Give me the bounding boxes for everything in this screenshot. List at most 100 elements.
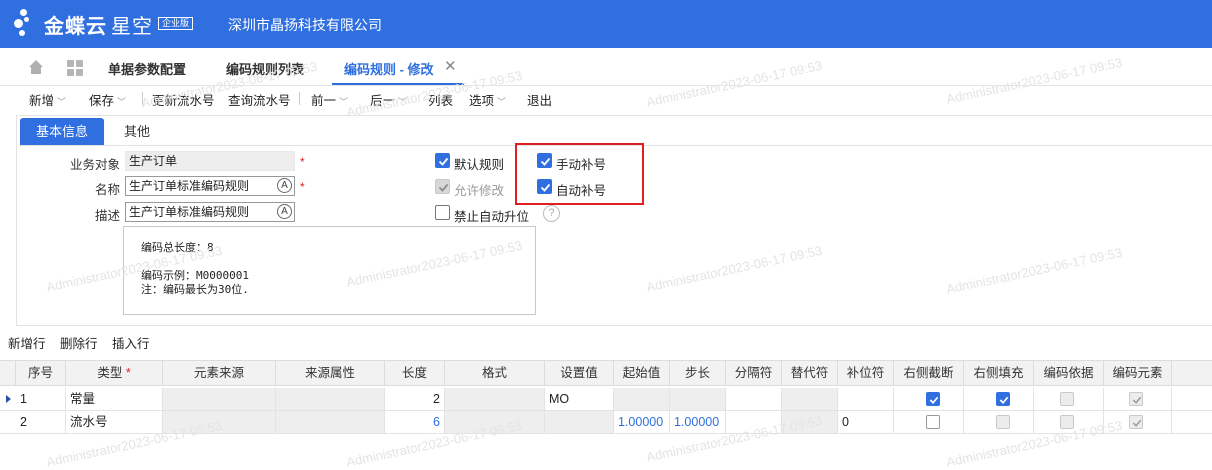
grid-header: 序号 类型 * 元素来源 来源属性 长度 格式 设置值 起始值 步长 分隔符 替… <box>0 360 1212 386</box>
column-header[interactable]: 序号 <box>16 361 66 385</box>
cell-type[interactable]: 流水号 <box>66 411 163 433</box>
cell-value[interactable]: MO <box>545 388 614 410</box>
column-header[interactable]: 右侧截断 <box>894 361 964 385</box>
next-button[interactable]: 后一 ﹀ <box>370 90 407 109</box>
multilanguage-icon[interactable]: A <box>277 178 292 193</box>
cell-code-element <box>1104 411 1172 433</box>
cell-source-property <box>276 411 385 433</box>
cell-seq[interactable]: 1 <box>16 388 66 410</box>
total-length-text: 编码总长度：8 <box>141 241 214 254</box>
column-header[interactable]: 来源属性 <box>276 361 385 385</box>
tab-code-rule-edit[interactable]: 编码规则 - 修改 <box>344 59 434 78</box>
name-label: 名称 <box>94 183 120 197</box>
cell-format <box>445 388 545 410</box>
description-field[interactable]: 生产订单标准编码规则 <box>125 202 295 222</box>
cell-code-element <box>1104 388 1172 410</box>
column-header[interactable]: 类型 * <box>66 361 163 385</box>
update-serial-button[interactable]: 更新流水号 <box>152 90 215 109</box>
toolbar-divider <box>142 92 143 105</box>
disable-auto-increment-checkbox[interactable] <box>435 205 450 220</box>
column-header[interactable]: 步长 <box>670 361 726 385</box>
business-object-field: 生产订单 <box>125 151 295 171</box>
column-header[interactable]: 分隔符 <box>726 361 782 385</box>
prev-button[interactable]: 前一 ﹀ <box>311 90 348 109</box>
chevron-down-icon: ﹀ <box>497 97 507 107</box>
column-header[interactable]: 长度 <box>385 361 445 385</box>
tab-basic-info[interactable]: 基本信息 <box>20 118 104 145</box>
add-row-button[interactable]: 新增行 <box>8 333 46 352</box>
cell-code-basis <box>1034 388 1104 410</box>
multilanguage-icon[interactable]: A <box>277 204 292 219</box>
right-trunc-checkbox[interactable] <box>926 392 940 406</box>
main-toolbar: 新增 ﹀ 保存 ﹀ 更新流水号 查询流水号 前一 ﹀ 后一 ﹀ 列表 选项 ﹀ 退出 <box>0 86 1212 110</box>
column-header[interactable]: 起始值 <box>614 361 670 385</box>
column-header[interactable]: 补位符 <box>838 361 894 385</box>
save-button[interactable]: 保存 ﹀ <box>89 90 126 109</box>
chevron-down-icon: ﹀ <box>57 97 67 107</box>
column-header[interactable]: 元素来源 <box>163 361 276 385</box>
app-grid-icon[interactable] <box>67 60 83 76</box>
top-bar: 金蝶云 星空 企业版 深圳市晶扬科技有限公司 <box>0 0 1212 48</box>
cell-value <box>545 411 614 433</box>
cell-right-fill <box>964 411 1034 433</box>
tab-code-rule-list[interactable]: 编码规则列表 <box>226 59 304 78</box>
default-rule-checkbox[interactable] <box>435 153 450 168</box>
code-element-checkbox <box>1129 392 1143 406</box>
tab-bill-param-config[interactable]: 单据参数配置 <box>108 59 186 78</box>
edition-badge: 企业版 <box>158 17 194 30</box>
tab-other[interactable]: 其他 <box>112 118 162 145</box>
chevron-down-icon: ﹀ <box>398 97 408 107</box>
home-icon[interactable] <box>28 59 44 75</box>
cell-start[interactable]: 1.00000 <box>614 411 670 433</box>
column-header[interactable]: 编码元素 <box>1104 361 1172 385</box>
chevron-down-icon: ﹀ <box>117 97 127 107</box>
column-header[interactable]: 右侧填充 <box>964 361 1034 385</box>
cell-pad-char[interactable] <box>838 388 894 410</box>
cell-right-trunc <box>894 388 964 410</box>
cell-step[interactable]: 1.00000 <box>670 411 726 433</box>
cell-right-fill <box>964 388 1034 410</box>
default-rule-label: 默认规则 <box>454 158 505 172</box>
cell-format <box>445 411 545 433</box>
exit-button[interactable]: 退出 <box>527 90 552 109</box>
table-row[interactable]: 2 流水号 6 1.00000 1.00000 0 <box>0 411 1212 434</box>
cell-substitute <box>782 388 838 410</box>
cell-right-trunc <box>894 411 964 433</box>
cell-separator[interactable] <box>726 388 782 410</box>
help-icon[interactable]: ? <box>543 205 560 222</box>
new-button[interactable]: 新增 ﹀ <box>29 90 66 109</box>
cell-start <box>614 388 670 410</box>
column-header[interactable]: 替代符 <box>782 361 838 385</box>
name-field[interactable]: 生产订单标准编码规则 <box>125 176 295 196</box>
column-header[interactable]: 设置值 <box>545 361 614 385</box>
allow-modify-checkbox <box>435 179 450 194</box>
code-basis-checkbox <box>1060 392 1074 406</box>
column-header[interactable]: 编码依据 <box>1034 361 1104 385</box>
cell-length[interactable]: 2 <box>385 388 445 410</box>
insert-row-button[interactable]: 插入行 <box>112 333 150 352</box>
cell-separator[interactable] <box>726 411 782 433</box>
right-fill-checkbox[interactable] <box>996 392 1010 406</box>
options-button[interactable]: 选项 ﹀ <box>469 90 506 109</box>
cell-type[interactable]: 常量 <box>66 388 163 410</box>
cell-pad-char[interactable]: 0 <box>838 411 894 433</box>
column-header[interactable]: 格式 <box>445 361 545 385</box>
cell-length[interactable]: 6 <box>385 411 445 433</box>
close-tab-icon[interactable]: ✕ <box>444 57 457 75</box>
highlight-box <box>515 143 644 205</box>
table-row[interactable]: 1 常量 2 MO <box>0 388 1212 411</box>
active-tab-indicator <box>332 83 464 85</box>
right-trunc-checkbox[interactable] <box>926 415 940 429</box>
right-fill-checkbox <box>996 415 1010 429</box>
cell-step <box>670 388 726 410</box>
required-mark: * <box>300 155 305 169</box>
query-serial-button[interactable]: 查询流水号 <box>228 90 291 109</box>
kingdee-logo-icon <box>14 9 44 39</box>
list-button[interactable]: 列表 <box>428 90 453 109</box>
company-name[interactable]: 深圳市晶扬科技有限公司 <box>228 15 382 35</box>
delete-row-button[interactable]: 删除行 <box>60 333 98 352</box>
cell-element-source <box>163 411 276 433</box>
brand-name: 金蝶云 星空 <box>44 16 153 38</box>
cell-seq[interactable]: 2 <box>16 411 66 433</box>
allow-modify-label: 允许修改 <box>454 184 505 198</box>
